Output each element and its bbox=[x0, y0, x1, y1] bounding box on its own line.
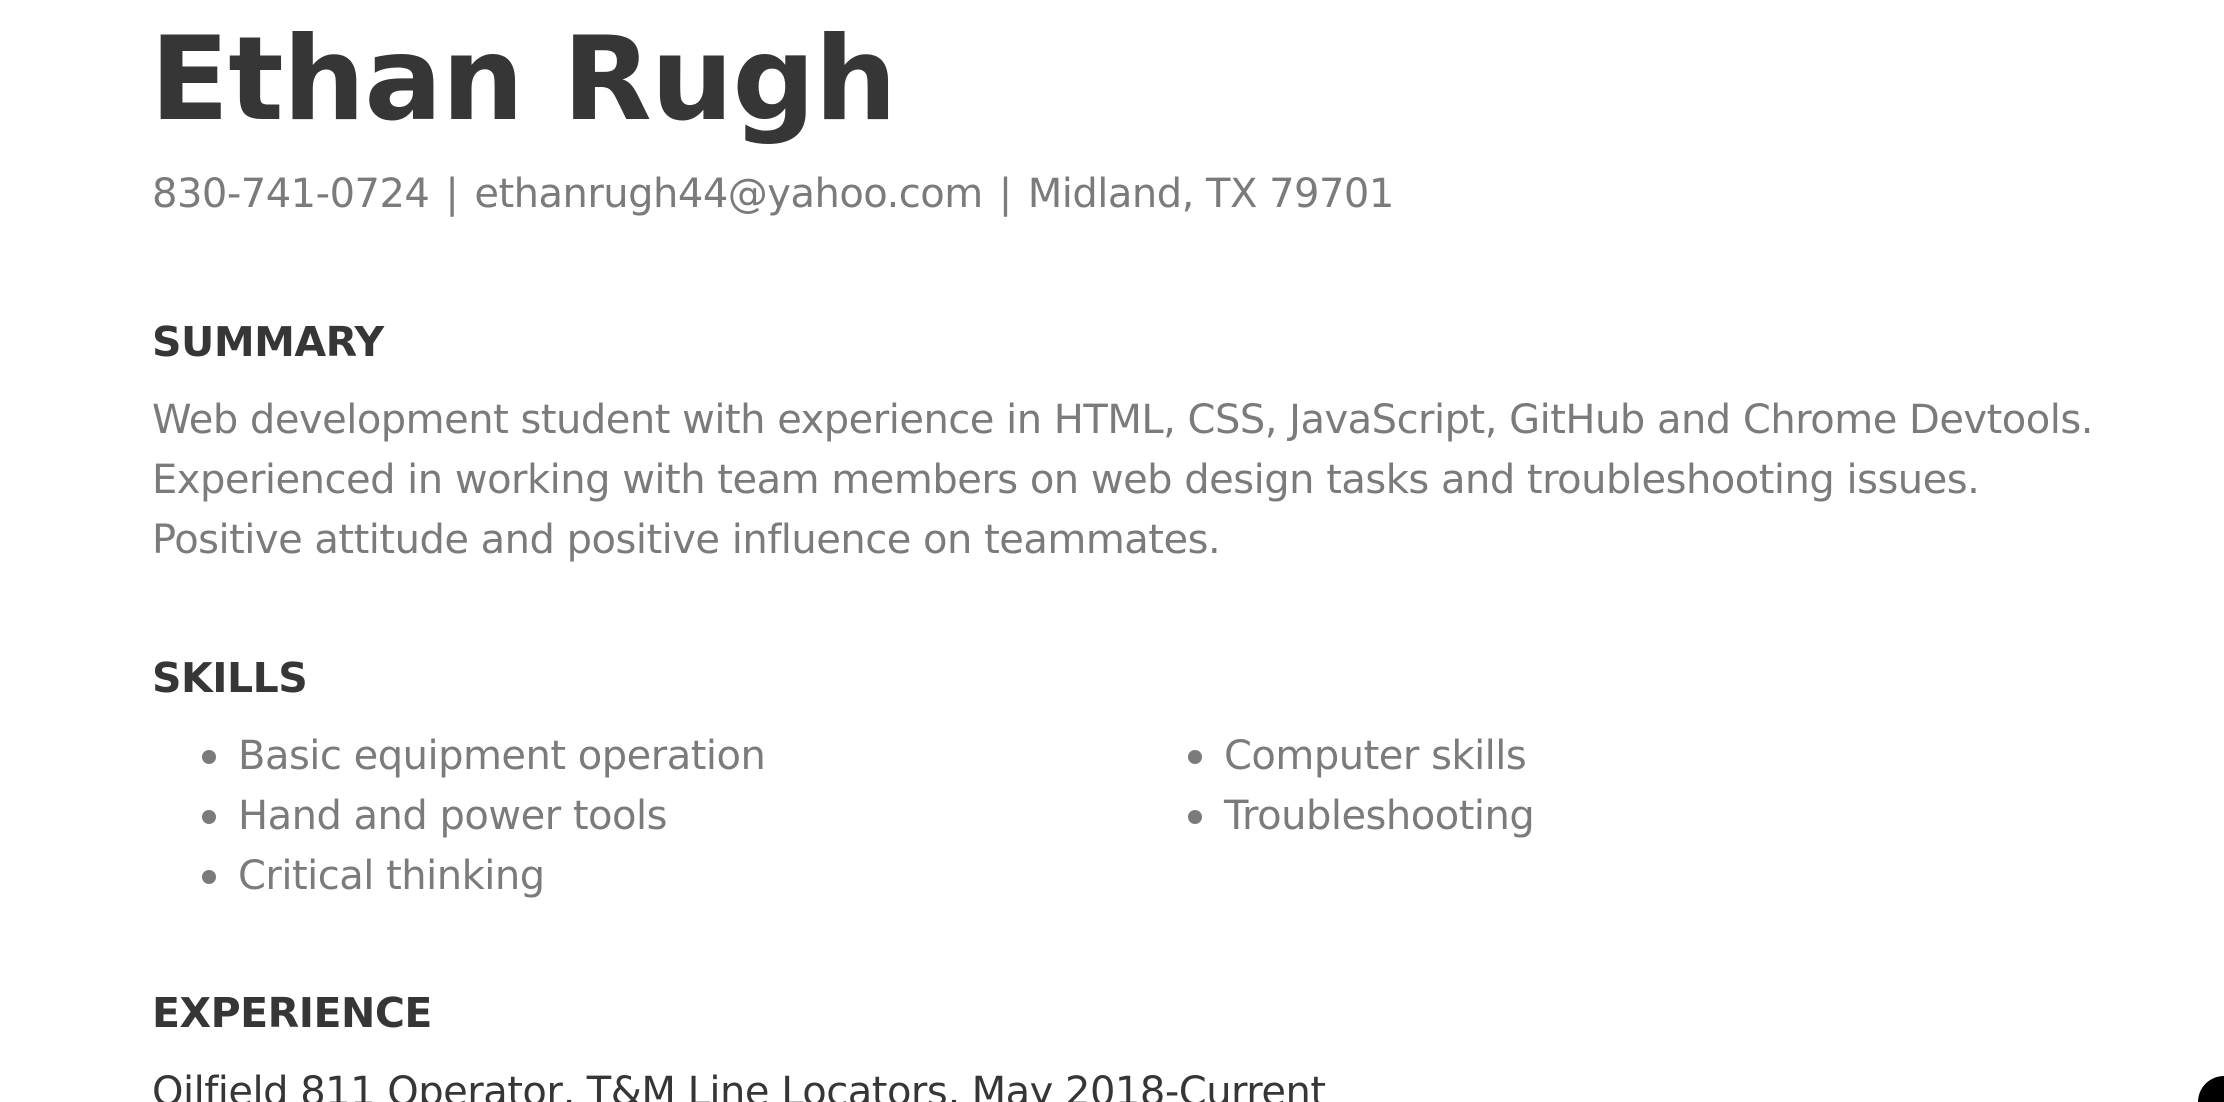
skill-item: Hand and power tools bbox=[202, 786, 765, 846]
skills-list: Basic equipment operation Hand and power… bbox=[152, 726, 2112, 916]
skill-item: Troubleshooting bbox=[1188, 786, 1535, 846]
contact-separator: | bbox=[998, 171, 1012, 217]
contact-line: 830-741-0724 | ethanrugh44@yahoo.com | Midla… bbox=[152, 164, 1394, 224]
bullet-icon bbox=[202, 870, 216, 884]
skill-label: Basic equipment operation bbox=[238, 733, 766, 779]
summary-heading: SUMMARY bbox=[152, 318, 384, 366]
window-corner bbox=[2198, 1076, 2224, 1102]
skills-column-right: Computer skills Troubleshooting bbox=[1188, 726, 1535, 846]
resume-page: Ethan Rugh 830-741-0724 | ethanrugh44@yaho… bbox=[0, 0, 2224, 1102]
summary-text: Web development student with experience … bbox=[152, 397, 2093, 563]
bullet-icon bbox=[202, 750, 216, 764]
contact-phone: 830-741-0724 bbox=[152, 171, 430, 217]
contact-separator: | bbox=[445, 171, 459, 217]
skill-item: Critical thinking bbox=[202, 846, 765, 906]
contact-email: ethanrugh44@yahoo.com bbox=[474, 171, 983, 217]
experience-heading: EXPERIENCE bbox=[152, 989, 432, 1037]
skills-column-left: Basic equipment operation Hand and power… bbox=[202, 726, 766, 906]
skill-item: Computer skills bbox=[1188, 726, 1534, 786]
job-title-line: Oilfield 811 Operator, T&M Line Locators… bbox=[152, 1069, 1326, 1102]
bullet-icon bbox=[1188, 750, 1202, 764]
skill-item: Basic equipment operation bbox=[202, 726, 766, 786]
bullet-icon bbox=[202, 810, 216, 824]
contact-location: Midland, TX 79701 bbox=[1027, 171, 1395, 217]
skill-label: Critical thinking bbox=[238, 853, 545, 899]
skill-label: Hand and power tools bbox=[238, 793, 667, 839]
skill-label: Computer skills bbox=[1224, 733, 1527, 779]
resume-name: Ethan Rugh bbox=[150, 12, 897, 147]
skills-heading: SKILLS bbox=[152, 654, 308, 702]
bullet-icon bbox=[1188, 810, 1202, 824]
skill-label: Troubleshooting bbox=[1224, 793, 1535, 839]
